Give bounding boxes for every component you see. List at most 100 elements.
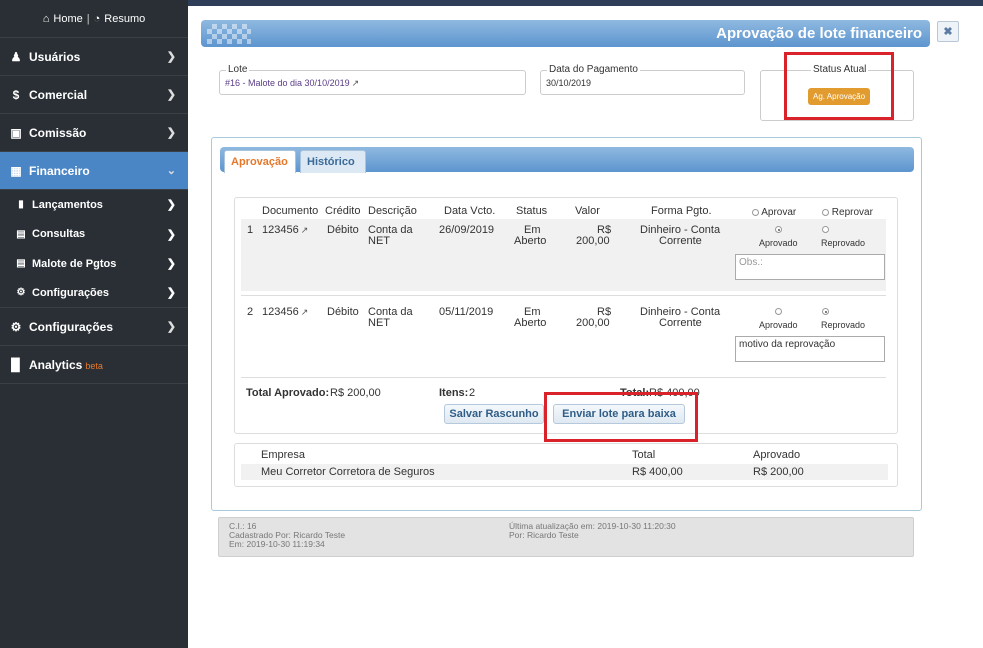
row-divider [241,377,886,378]
approval-panel: Aprovação Histórico Documento Crédito De… [211,137,922,511]
summary-aprovado: R$ 200,00 [753,466,804,478]
lote-field[interactable]: Lote #16 - Malote do dia 30/10/2019 ↗ [219,64,526,95]
forma-line2: Corrente [659,317,702,329]
users-icon: ♟ [10,49,22,64]
aprovado-label: Aprovado [759,238,798,248]
sidebar-item-comercial[interactable]: $ Comercial ❯ [0,76,188,114]
aprovado-radio[interactable] [775,308,782,315]
sidebar-item-analytics[interactable]: ▉ Analytics beta [0,346,188,384]
forma-line2: Corrente [659,235,702,247]
chevron-right-icon: ❯ [166,287,176,300]
aprovado-radio[interactable] [775,226,782,233]
tab-aprovacao[interactable]: Aprovação [224,150,296,173]
reprovar-all[interactable]: Reprovar [822,207,873,218]
sidebar-item-usuarios[interactable]: ♟ Usuários ❯ [0,38,188,76]
sidebar-item-label: Comissão [29,125,87,140]
lote-link[interactable]: #16 - Malote do dia 30/10/2019 [225,78,350,88]
sidebar-subitem-label: Lançamentos [32,198,103,211]
chevron-right-icon: ❯ [166,199,176,212]
footer-por: Por: Ricardo Teste [509,530,579,540]
aprovado-label: Aprovado [759,320,798,330]
dollar-icon: $ [12,87,20,102]
document-link-wrap[interactable]: 123456 ↗ [262,225,308,236]
chevron-right-icon: ❯ [166,51,176,63]
row-number: 2 [247,306,254,318]
top-strip [188,0,983,6]
sidebar-item-financeiro[interactable]: ▦ Financeiro ⌄ [0,152,188,190]
descricao-line2: NET [368,235,390,247]
chevron-right-icon: ❯ [166,321,176,333]
aprovar-all-radio[interactable] [752,208,759,216]
sidebar-item-label: Analytics [29,357,83,372]
gears-icon: ⚙ [10,319,22,334]
sidebar-subitem-label: Malote de Pgtos [32,257,117,270]
lote-link-wrap[interactable]: #16 - Malote do dia 30/10/2019 ↗ [225,78,359,89]
briefcase-icon: ▦ [10,163,22,178]
pie-chart-icon[interactable]: ◔ [94,13,101,25]
data-pagamento-field[interactable]: Data do Pagamento 30/10/2019 [540,64,745,95]
close-icon: ✖ [943,26,953,38]
sidebar-item-configuracoes[interactable]: ⚙ Configurações ❯ [0,308,188,346]
row-number: 1 [247,224,254,236]
external-link-icon[interactable]: ↗ [301,225,309,235]
salvar-rascunho-button[interactable]: Salvar Rascunho [444,404,544,424]
home-icon[interactable]: ⌂ [43,13,50,25]
tab-historico[interactable]: Histórico [300,150,366,173]
column-header: Status [516,205,548,217]
data-vcto: 26/09/2019 [439,224,495,236]
sidebar-subitem-malote[interactable]: ▤ Malote de Pgtos ❯ [0,249,188,279]
sidebar-subitem-label: Configurações [32,286,110,299]
lote-legend: Lote [226,64,250,75]
column-header: Valor [575,205,600,217]
valor-amount: 200,00 [576,317,610,329]
sidebar: ⌂ Home | ◔ Resumo ♟ Usuários ❯ $ Comerci… [0,0,188,648]
title-decoration [207,24,251,44]
credito: Débito [327,306,359,318]
document-link[interactable]: 123456 [262,306,299,318]
sidebar-subitem-label: Consultas [32,228,86,241]
page-title: Aprovação de lote financeiro [716,25,922,42]
reprovado-radio[interactable] [822,308,829,315]
sidebar-item-label: Financeiro [29,163,90,178]
credito: Débito [327,224,359,236]
highlight-status [784,52,894,120]
footer-em: Em: 2019-10-30 11:19:34 [229,539,325,549]
sidebar-subitem-consultas[interactable]: ▤ Consultas ❯ [0,220,188,250]
chevron-right-icon: ❯ [166,127,176,139]
sidebar-subitem-configuracoes[interactable]: ⚙ Configurações ❯ [0,279,188,308]
sidebar-item-label: Usuários [29,49,81,64]
summary-table: Empresa Total Aprovado Meu Corretor Corr… [234,443,898,487]
money-icon: ▣ [10,125,22,140]
summary-total: R$ 400,00 [632,466,683,478]
data-pagamento-value[interactable]: 30/10/2019 [546,78,591,88]
gear-icon: ⚙ [16,287,26,299]
row-divider [241,295,886,296]
audit-footer: C.I.: 16 Cadastrado Por: Ricardo Teste E… [218,517,914,557]
summary-header-aprovado: Aprovado [753,449,801,461]
aprovar-all[interactable]: Aprovar [752,207,796,218]
reprovar-all-radio[interactable] [822,208,829,216]
file-text-icon: ▤ [16,228,26,240]
column-header: Documento [262,205,319,217]
resumo-link[interactable]: Resumo [104,13,145,25]
external-link-icon[interactable]: ↗ [352,78,360,88]
column-header: Data Vcto. [444,205,496,217]
list-icon: ▤ [16,258,26,270]
close-button[interactable]: ✖ [937,21,959,42]
document-link-wrap[interactable]: 123456 ↗ [262,307,308,318]
document-link[interactable]: 123456 [262,224,299,236]
home-link[interactable]: Home [53,13,82,25]
chevron-down-icon: ⌄ [166,165,176,177]
external-link-icon[interactable]: ↗ [301,307,309,317]
separator: | [86,12,90,25]
total-aprovado-label: Total Aprovado: [246,387,330,399]
obs-textarea[interactable]: Obs.: [735,254,885,280]
obs-textarea[interactable]: motivo da reprovação [735,336,885,362]
sidebar-item-comissao[interactable]: ▣ Comissão ❯ [0,114,188,152]
chevron-right-icon: ❯ [166,258,176,271]
status-line2: Aberto [514,235,547,247]
file-icon: ▮ [18,199,24,211]
reprovado-radio[interactable] [822,226,829,233]
chevron-right-icon: ❯ [166,89,176,101]
sidebar-subitem-lancamentos[interactable]: ▮ Lançamentos ❯ [0,190,188,220]
